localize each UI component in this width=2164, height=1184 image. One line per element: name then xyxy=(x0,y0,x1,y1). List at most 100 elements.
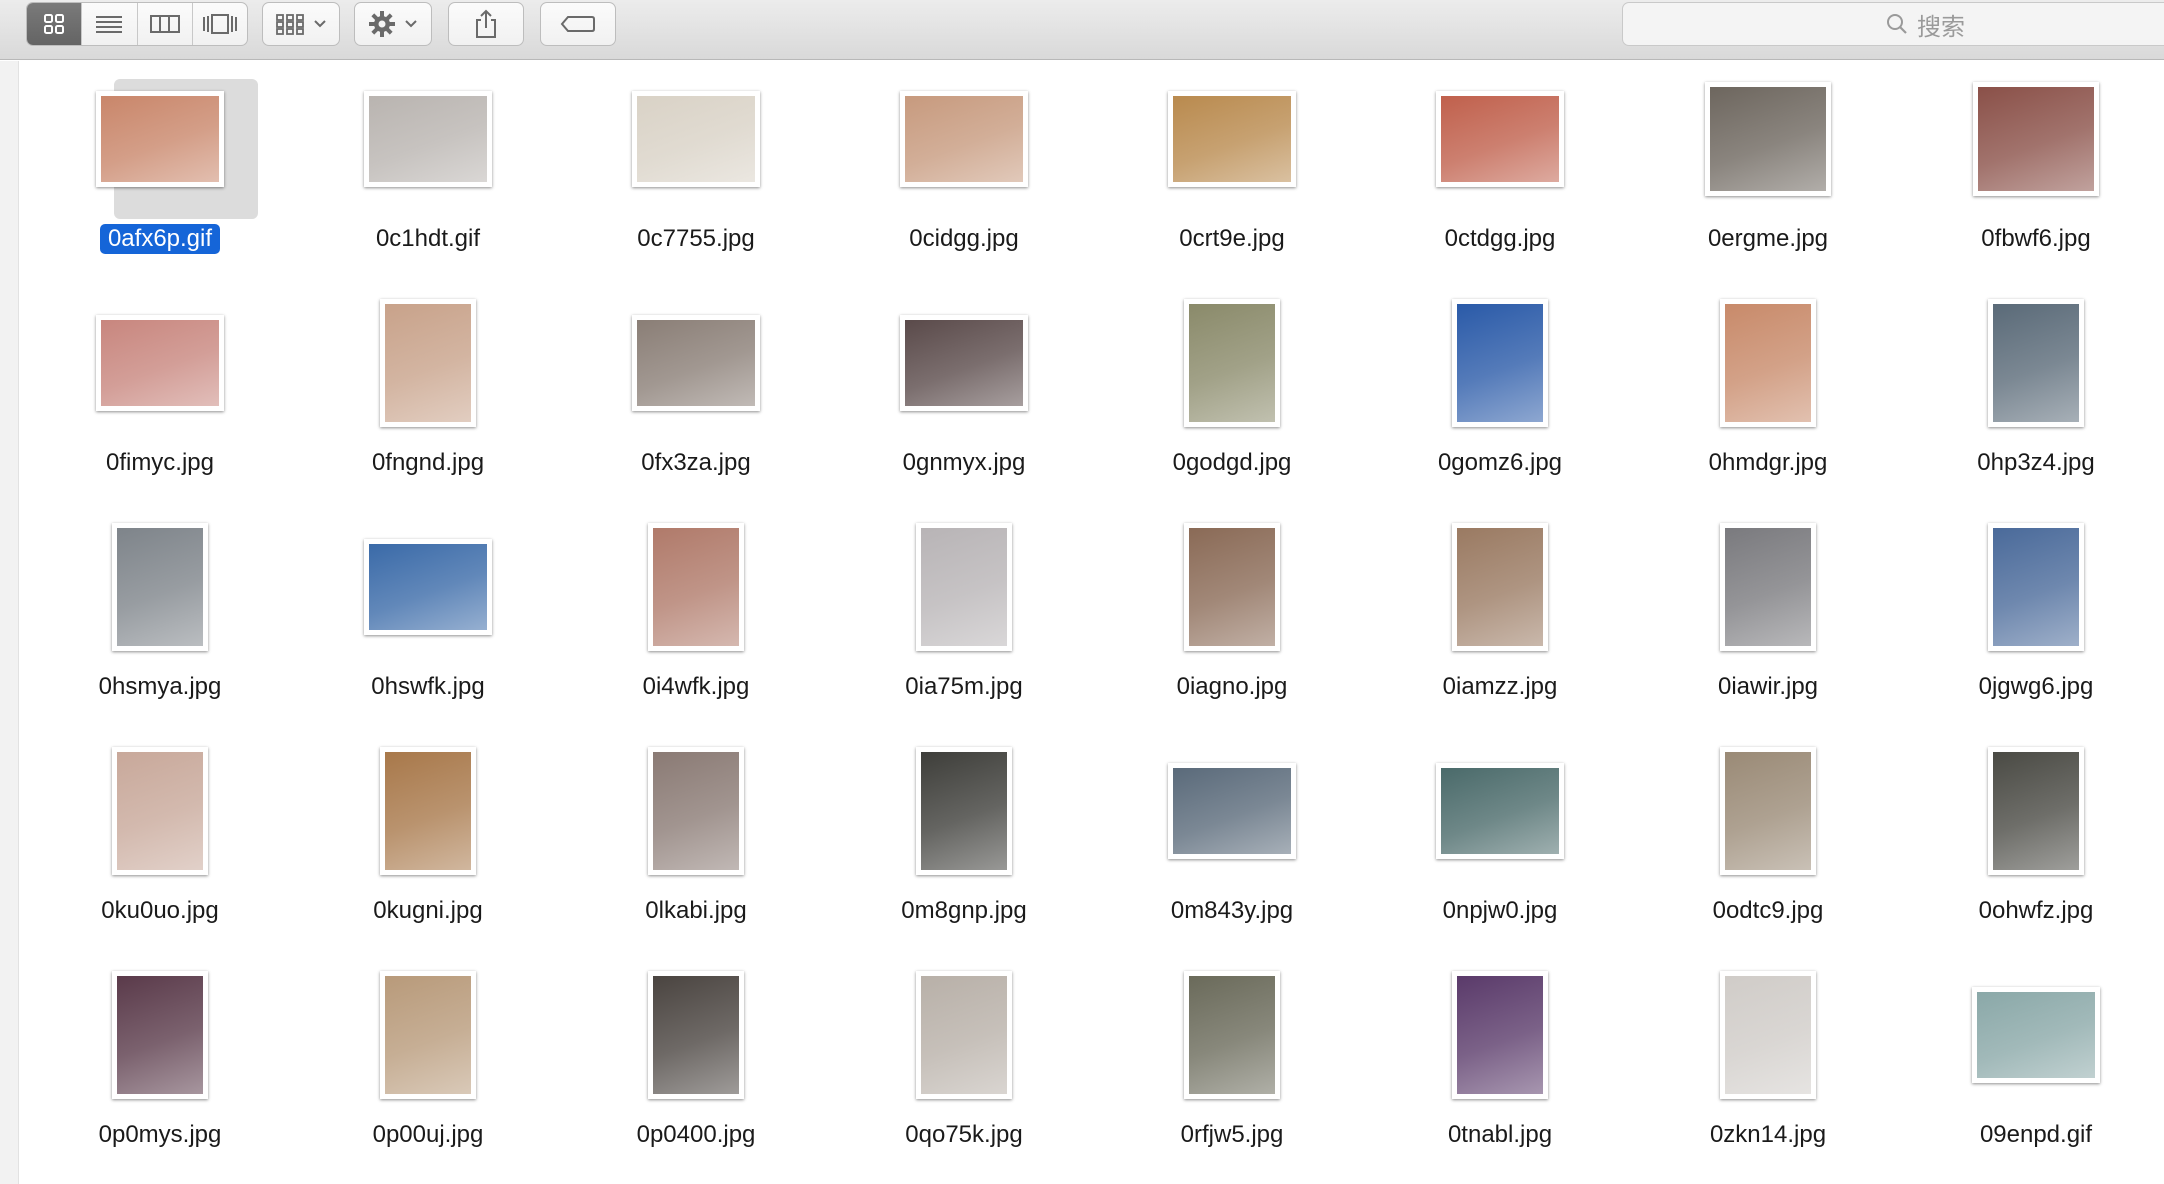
file-item[interactable]: 0afx6p.gif xyxy=(26,69,294,269)
file-item[interactable]: 0kugni.jpg xyxy=(294,741,562,941)
file-thumbnail[interactable] xyxy=(364,91,492,187)
file-item[interactable]: 0ergme.jpg xyxy=(1634,69,1902,269)
file-item[interactable]: 0gomz6.jpg xyxy=(1366,293,1634,493)
tag-button[interactable] xyxy=(540,2,616,46)
file-item[interactable]: 0fimyc.jpg xyxy=(26,293,294,493)
file-thumbnail[interactable] xyxy=(96,91,224,187)
file-thumbnail[interactable] xyxy=(96,315,224,411)
file-thumbnail[interactable] xyxy=(112,523,208,651)
action-button[interactable] xyxy=(354,2,432,46)
file-item[interactable]: 0c7755.jpg xyxy=(562,69,830,269)
file-item[interactable]: 0hp3z4.jpg xyxy=(1902,293,2164,493)
file-item[interactable]: 0p0mys.jpg xyxy=(26,965,294,1165)
file-item[interactable]: 0iagno.jpg xyxy=(1098,517,1366,717)
file-item[interactable]: 0ia75m.jpg xyxy=(830,517,1098,717)
file-thumbnail[interactable] xyxy=(1972,987,2100,1083)
file-item[interactable]: 0fbwf6.jpg xyxy=(1902,69,2164,269)
arrange-button[interactable] xyxy=(262,2,340,46)
file-item[interactable]: 0crt9e.jpg xyxy=(1098,69,1366,269)
file-thumbnail[interactable] xyxy=(900,91,1028,187)
file-thumbnail[interactable] xyxy=(900,315,1028,411)
file-item[interactable]: 0c1hdt.gif xyxy=(294,69,562,269)
file-name-label: 0p00uj.jpg xyxy=(372,1121,484,1148)
cover-flow-button[interactable] xyxy=(193,3,247,45)
file-thumbnail[interactable] xyxy=(1973,82,2099,196)
file-thumbnail[interactable] xyxy=(364,539,492,635)
file-thumbnail[interactable] xyxy=(1436,91,1564,187)
file-item[interactable]: 0cidgg.jpg xyxy=(830,69,1098,269)
file-thumbnail[interactable] xyxy=(1988,523,2084,651)
file-thumbnail[interactable] xyxy=(916,523,1012,651)
file-thumbnail[interactable] xyxy=(380,299,476,427)
file-thumbnail[interactable] xyxy=(1168,763,1296,859)
file-item[interactable]: 0m843y.jpg xyxy=(1098,741,1366,941)
thumbnail-image xyxy=(653,976,739,1094)
file-thumbnail[interactable] xyxy=(380,747,476,875)
file-name-label: 0hmdgr.jpg xyxy=(1708,449,1828,476)
file-item[interactable]: 0tnabl.jpg xyxy=(1366,965,1634,1165)
file-thumbnail[interactable] xyxy=(632,91,760,187)
file-item[interactable]: 0fx3za.jpg xyxy=(562,293,830,493)
file-name-label: 0ku0uo.jpg xyxy=(101,897,219,924)
tag-icon xyxy=(560,16,595,32)
file-thumbnail[interactable] xyxy=(632,315,760,411)
file-thumbnail[interactable] xyxy=(1452,523,1548,651)
file-item[interactable]: 0ku0uo.jpg xyxy=(26,741,294,941)
file-thumbnail[interactable] xyxy=(1452,971,1548,1099)
file-thumbnail[interactable] xyxy=(1988,299,2084,427)
thumbnail-image xyxy=(653,528,739,646)
thumbnail-image xyxy=(1978,87,2094,191)
share-button[interactable] xyxy=(448,2,524,46)
file-item[interactable]: 0fngnd.jpg xyxy=(294,293,562,493)
file-thumbnail[interactable] xyxy=(916,747,1012,875)
list-view-button[interactable] xyxy=(82,3,138,45)
file-thumbnail[interactable] xyxy=(648,747,744,875)
file-item[interactable]: 09enpd.gif xyxy=(1902,965,2164,1165)
file-item[interactable]: 0ohwfz.jpg xyxy=(1902,741,2164,941)
file-item[interactable]: 0iawir.jpg xyxy=(1634,517,1902,717)
file-thumbnail[interactable] xyxy=(1705,82,1831,196)
file-thumbnail[interactable] xyxy=(1436,763,1564,859)
file-item[interactable]: 0jgwg6.jpg xyxy=(1902,517,2164,717)
file-item[interactable]: 0rfjw5.jpg xyxy=(1098,965,1366,1165)
file-item[interactable]: 0hsmya.jpg xyxy=(26,517,294,717)
file-thumbnail[interactable] xyxy=(380,971,476,1099)
file-thumbnail[interactable] xyxy=(1720,971,1816,1099)
file-thumbnail[interactable] xyxy=(916,971,1012,1099)
file-thumbnail[interactable] xyxy=(1452,299,1548,427)
file-thumbnail[interactable] xyxy=(1184,971,1280,1099)
file-thumbnail[interactable] xyxy=(1720,747,1816,875)
file-thumbnail[interactable] xyxy=(112,747,208,875)
file-thumbnail[interactable] xyxy=(1184,299,1280,427)
thumbnail-image xyxy=(1173,96,1291,182)
file-item[interactable]: 0npjw0.jpg xyxy=(1366,741,1634,941)
file-browser: 0afx6p.gif 0c1hdt.gif 0c7755.jpg 0cidgg.jpg… xyxy=(0,61,2164,1184)
column-view-button[interactable] xyxy=(138,3,193,45)
file-item[interactable]: 0m8gnp.jpg xyxy=(830,741,1098,941)
file-item[interactable]: 0lkabi.jpg xyxy=(562,741,830,941)
file-item[interactable]: 0iamzz.jpg xyxy=(1366,517,1634,717)
thumbnail-image xyxy=(921,528,1007,646)
file-item[interactable]: 0godgd.jpg xyxy=(1098,293,1366,493)
file-thumbnail[interactable] xyxy=(648,971,744,1099)
search-field[interactable]: 搜索 xyxy=(1622,2,2164,46)
file-thumbnail[interactable] xyxy=(1720,299,1816,427)
file-item[interactable]: 0qo75k.jpg xyxy=(830,965,1098,1165)
file-item[interactable]: 0i4wfk.jpg xyxy=(562,517,830,717)
file-thumbnail[interactable] xyxy=(1720,523,1816,651)
file-name-label: 0m8gnp.jpg xyxy=(901,897,1027,924)
file-item[interactable]: 0gnmyx.jpg xyxy=(830,293,1098,493)
icon-view-button[interactable] xyxy=(27,3,83,45)
file-thumbnail[interactable] xyxy=(1988,747,2084,875)
file-thumbnail[interactable] xyxy=(648,523,744,651)
file-item[interactable]: 0zkn14.jpg xyxy=(1634,965,1902,1165)
file-thumbnail[interactable] xyxy=(1168,91,1296,187)
file-item[interactable]: 0hmdgr.jpg xyxy=(1634,293,1902,493)
file-item[interactable]: 0p00uj.jpg xyxy=(294,965,562,1165)
file-thumbnail[interactable] xyxy=(112,971,208,1099)
file-item[interactable]: 0odtc9.jpg xyxy=(1634,741,1902,941)
file-thumbnail[interactable] xyxy=(1184,523,1280,651)
file-item[interactable]: 0hswfk.jpg xyxy=(294,517,562,717)
file-item[interactable]: 0p0400.jpg xyxy=(562,965,830,1165)
file-item[interactable]: 0ctdgg.jpg xyxy=(1366,69,1634,269)
